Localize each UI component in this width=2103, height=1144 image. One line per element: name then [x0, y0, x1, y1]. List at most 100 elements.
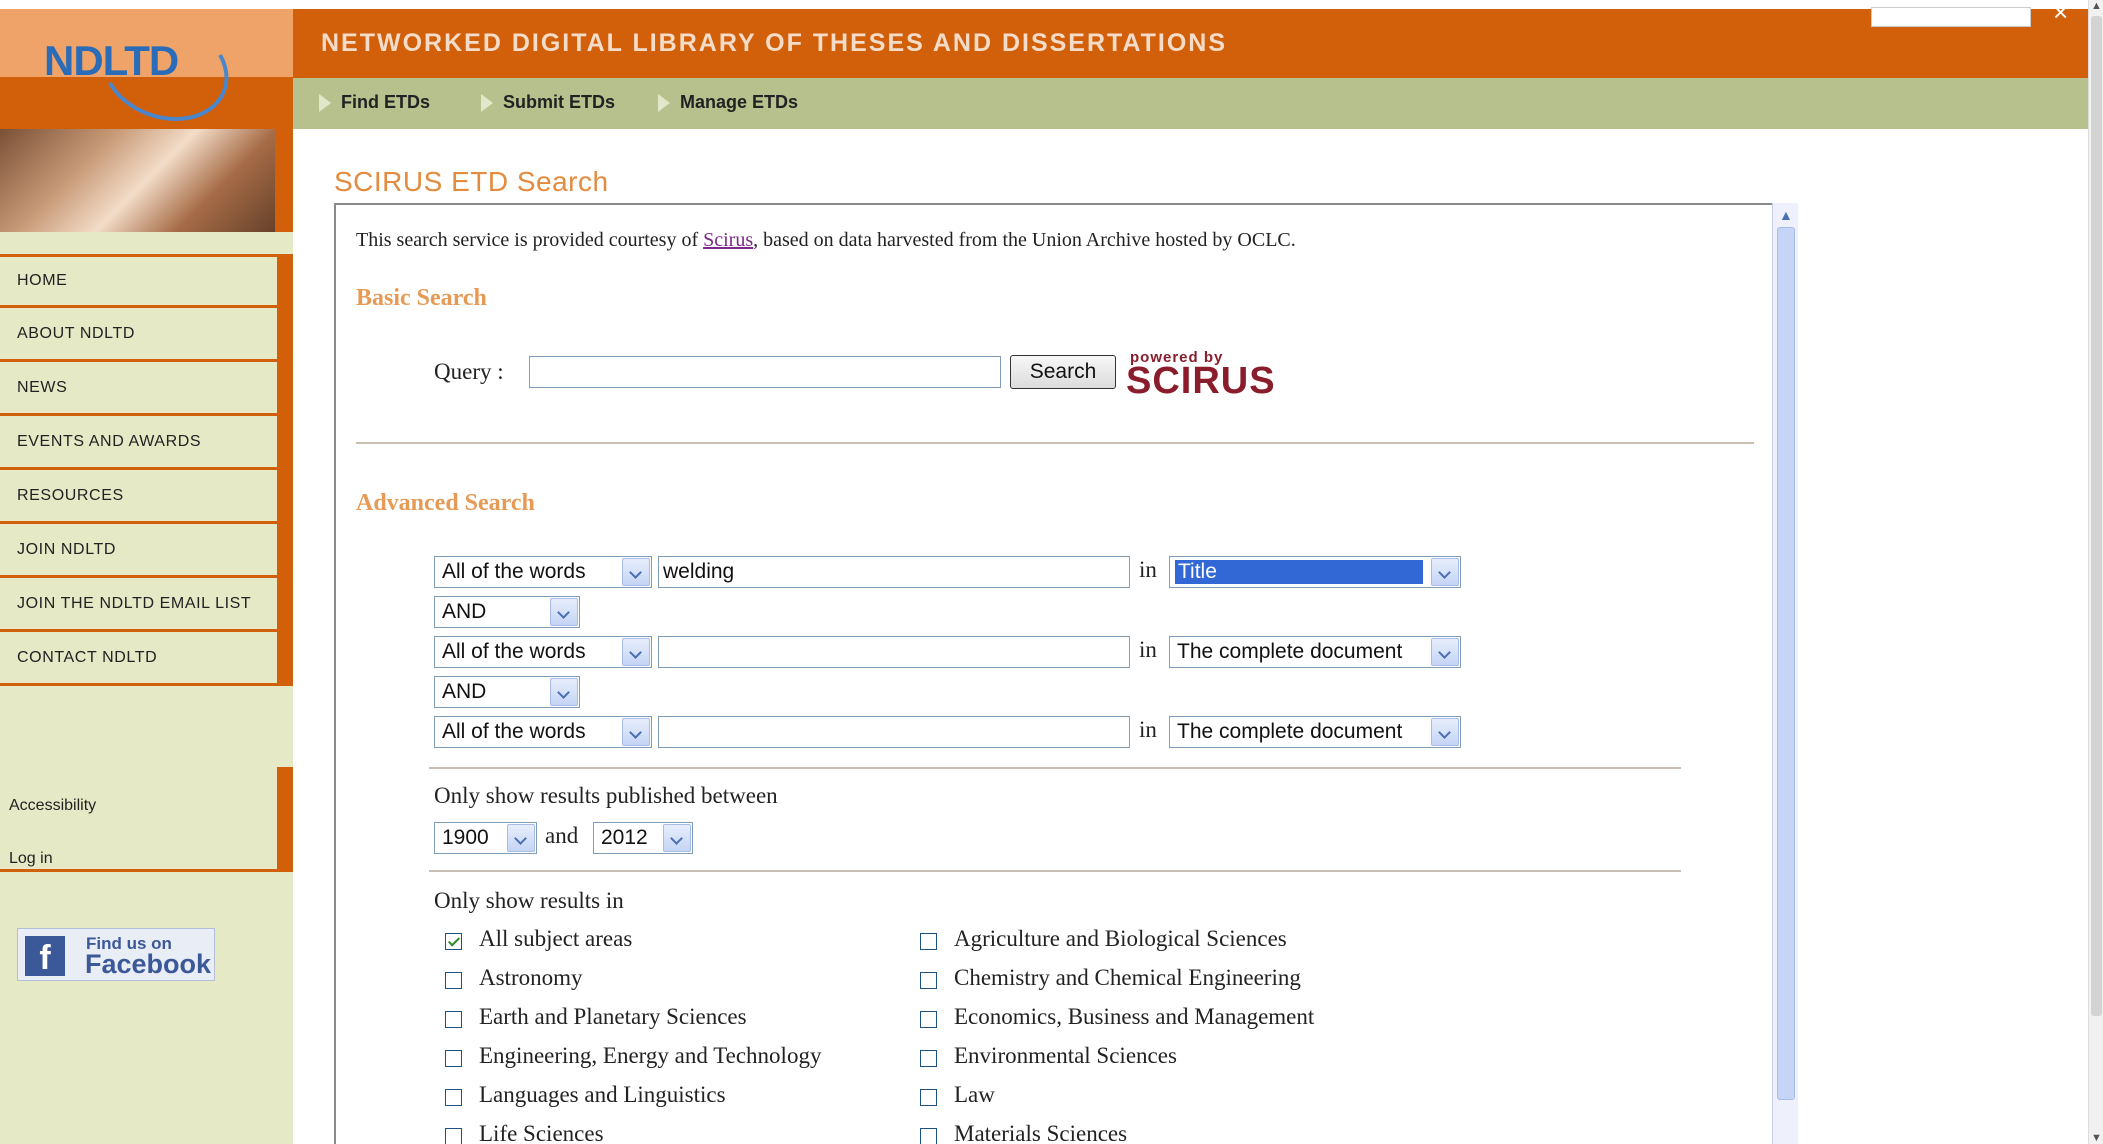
scirus-link[interactable]: Scirus [703, 229, 753, 251]
year-to-select[interactable]: 2012 [593, 822, 693, 854]
subject-label: Earth and Planetary Sciences [479, 1004, 747, 1029]
sidebar-item-label: RESOURCES [17, 486, 124, 504]
term-input-2[interactable] [658, 636, 1130, 668]
sidebar-item-home[interactable]: HOME [0, 254, 293, 308]
field-select-1[interactable]: Title [1169, 556, 1461, 588]
logo-block[interactable]: NDLTD [0, 0, 293, 139]
subject-label: Agriculture and Biological Sciences [954, 926, 1287, 951]
sidebar-item-email-list[interactable]: JOIN THE NDLTD EMAIL LIST [0, 578, 293, 632]
header-bar: NETWORKED DIGITAL LIBRARY OF THESES AND … [293, 0, 2088, 78]
header-photo [0, 129, 293, 232]
sidebar: HOME ABOUT NDLTD NEWS EVENTS AND AWARDS … [0, 129, 293, 1144]
sidebar-item-contact[interactable]: CONTACT NDLTD [0, 632, 293, 686]
date-and-label: and [545, 823, 579, 848]
advanced-search-heading: Advanced Search [356, 490, 535, 516]
subject-label: Engineering, Energy and Technology [479, 1043, 822, 1068]
subject-label: Astronomy [479, 965, 583, 990]
subnav-manage-etds[interactable]: Manage ETDs [658, 92, 798, 113]
checkbox-life-sciences[interactable] [445, 1128, 462, 1144]
operator-select-2[interactable]: AND [434, 676, 580, 708]
checkbox-languages[interactable] [445, 1089, 462, 1106]
select-value: AND [442, 600, 487, 623]
sidebar-item-label: NEWS [17, 378, 68, 396]
checkbox-chemistry[interactable] [920, 972, 937, 989]
login-link[interactable]: Log in [9, 850, 53, 868]
sidebar-item-events[interactable]: EVENTS AND AWARDS [0, 416, 293, 470]
window-scrollbar[interactable]: ▲ ▼ [2088, 0, 2103, 1144]
sidebar-item-label: JOIN NDLTD [17, 540, 117, 558]
chevron-down-icon [622, 558, 650, 586]
checkbox-agriculture[interactable] [920, 933, 937, 950]
term-value: welding [663, 560, 735, 583]
triangle-icon [658, 93, 670, 112]
chevron-down-icon [622, 718, 650, 746]
photo-edge [275, 129, 293, 232]
search-button[interactable]: Search [1010, 355, 1116, 389]
subject-label: Law [954, 1082, 995, 1107]
sidebar-item-bar [277, 362, 293, 413]
select-value: All of the words [442, 720, 586, 743]
sidebar-item-label: HOME [17, 272, 68, 289]
operator-select-1[interactable]: AND [434, 596, 580, 628]
select-value: 2012 [601, 826, 648, 849]
basic-search-heading: Basic Search [356, 285, 487, 311]
field-select-3[interactable]: The complete document [1169, 716, 1461, 748]
checkbox-economics[interactable] [920, 1011, 937, 1028]
subject-filter-label: Only show results in [434, 888, 624, 913]
checkbox-materials[interactable] [920, 1128, 937, 1144]
field-select-2[interactable]: The complete document [1169, 636, 1461, 668]
query-label: Query : [434, 359, 504, 384]
scirus-logo: SCIRUS [1126, 360, 1276, 402]
checkbox-environmental[interactable] [920, 1050, 937, 1067]
subnav-submit-etds[interactable]: Submit ETDs [481, 92, 615, 113]
site-title: NETWORKED DIGITAL LIBRARY OF THESES AND … [321, 29, 1228, 57]
sidebar-item-join[interactable]: JOIN NDLTD [0, 524, 293, 578]
checkbox-law[interactable] [920, 1089, 937, 1106]
term-input-1[interactable]: welding [658, 556, 1130, 588]
scroll-up-icon[interactable]: ▲ [1779, 207, 1793, 223]
in-label: in [1139, 557, 1157, 582]
scroll-thumb[interactable] [1777, 227, 1795, 1100]
logo-text: NDLTD [44, 37, 179, 84]
sidebar-item-bar [277, 524, 293, 575]
subject-label: Materials Sciences [954, 1121, 1128, 1144]
year-from-select[interactable]: 1900 [434, 822, 537, 854]
facebook-badge[interactable]: f Find us on Facebook [17, 928, 215, 981]
divider [429, 870, 1681, 872]
sidebar-item-about[interactable]: ABOUT NDLTD [0, 308, 293, 362]
page-title: SCIRUS ETD Search [334, 166, 609, 197]
sidebar-item-resources[interactable]: RESOURCES [0, 470, 293, 524]
chevron-down-icon [622, 638, 650, 666]
search-frame: This search service is provided courtesy… [334, 203, 1798, 1144]
sidebar-item-bar [277, 257, 293, 305]
checkbox-all-subject-areas[interactable] [445, 933, 462, 950]
close-icon[interactable]: × [2053, 0, 2068, 28]
query-input[interactable] [529, 356, 1001, 388]
scroll-thumb[interactable] [2091, 16, 2102, 1016]
triangle-icon [319, 93, 331, 112]
sidebar-item-bar [277, 578, 293, 629]
in-label: in [1139, 717, 1157, 742]
checkbox-earth-planetary[interactable] [445, 1011, 462, 1028]
scroll-up-icon[interactable]: ▲ [2091, 0, 2102, 12]
chevron-down-icon [1431, 718, 1459, 746]
frame-scrollbar[interactable]: ▲ [1772, 203, 1798, 1144]
match-mode-select-1[interactable]: All of the words [434, 556, 652, 588]
scroll-down-icon[interactable]: ▼ [2091, 1132, 2102, 1144]
checkbox-engineering[interactable] [445, 1050, 462, 1067]
accessibility-link[interactable]: Accessibility [9, 797, 96, 815]
term-input-3[interactable] [658, 716, 1130, 748]
triangle-icon [481, 93, 493, 112]
sidebar-item-news[interactable]: NEWS [0, 362, 293, 416]
subject-label: Languages and Linguistics [479, 1082, 726, 1107]
chevron-down-icon [1431, 638, 1459, 666]
checkbox-astronomy[interactable] [445, 972, 462, 989]
subject-label: Chemistry and Chemical Engineering [954, 965, 1301, 990]
match-mode-select-3[interactable]: All of the words [434, 716, 652, 748]
sidebar-item-label: EVENTS AND AWARDS [17, 432, 202, 450]
facebook-icon: f [25, 936, 65, 977]
match-mode-select-2[interactable]: All of the words [434, 636, 652, 668]
divider [356, 442, 1754, 444]
header-search-input[interactable] [1871, 7, 2031, 27]
subnav-find-etds[interactable]: Find ETDs [319, 92, 430, 113]
